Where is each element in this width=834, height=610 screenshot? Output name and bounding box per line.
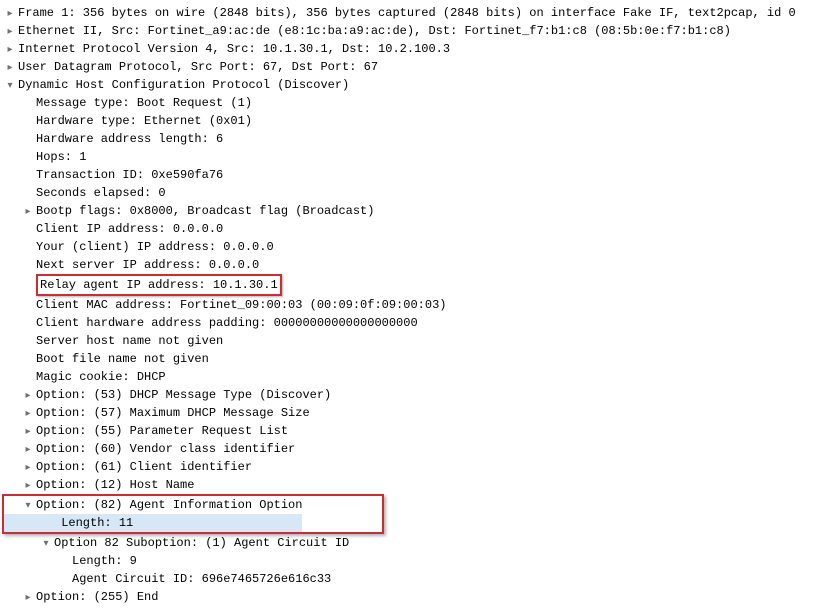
client-mac-text: Client MAC address: Fortinet_09:00:03 (0… xyxy=(36,296,446,314)
bootp-flags-row[interactable]: ▸ Bootp flags: 0x8000, Broadcast flag (B… xyxy=(4,202,834,220)
option60-text: Option: (60) Vendor class identifier xyxy=(36,440,295,458)
chevron-right-icon[interactable]: ▸ xyxy=(22,442,34,457)
hardware-addr-len-row[interactable]: Hardware address length: 6 xyxy=(4,130,834,148)
option82-length-text: Length: 11 xyxy=(61,516,133,530)
magic-cookie-text: Magic cookie: DHCP xyxy=(36,368,166,386)
chevron-right-icon[interactable]: ▸ xyxy=(4,6,16,21)
dhcp-row[interactable]: ▾ Dynamic Host Configuration Protocol (D… xyxy=(4,76,834,94)
frame-row[interactable]: ▸ Frame 1: 356 bytes on wire (2848 bits)… xyxy=(4,4,834,22)
relay-agent-text: Relay agent IP address: 10.1.30.1 xyxy=(40,278,278,292)
next-server-text: Next server IP address: 0.0.0.0 xyxy=(36,256,259,274)
your-ip-text: Your (client) IP address: 0.0.0.0 xyxy=(36,238,274,256)
chevron-down-icon[interactable]: ▾ xyxy=(22,498,34,513)
udp-text: User Datagram Protocol, Src Port: 67, Ds… xyxy=(18,58,378,76)
ethernet-row[interactable]: ▸ Ethernet II, Src: Fortinet_a9:ac:de (e… xyxy=(4,22,834,40)
server-host-row[interactable]: Server host name not given xyxy=(4,332,834,350)
client-ip-row[interactable]: Client IP address: 0.0.0.0 xyxy=(4,220,834,238)
seconds-elapsed-text: Seconds elapsed: 0 xyxy=(36,184,166,202)
chevron-down-icon[interactable]: ▾ xyxy=(4,78,16,93)
relay-agent-row[interactable]: Relay agent IP address: 10.1.30.1 xyxy=(4,274,834,296)
message-type-row[interactable]: Message type: Boot Request (1) xyxy=(4,94,834,112)
client-ip-text: Client IP address: 0.0.0.0 xyxy=(36,220,223,238)
option82-sub-length-row[interactable]: Length: 9 xyxy=(4,552,834,570)
option60-row[interactable]: ▸ Option: (60) Vendor class identifier xyxy=(4,440,834,458)
option82-sub-row[interactable]: ▾ Option 82 Suboption: (1) Agent Circuit… xyxy=(4,534,834,552)
chevron-right-icon[interactable]: ▸ xyxy=(22,478,34,493)
option82-highlight-group: ▾ Option: (82) Agent Information Option … xyxy=(2,494,384,534)
chevron-down-icon[interactable]: ▾ xyxy=(40,536,52,551)
chevron-right-icon[interactable]: ▸ xyxy=(4,60,16,75)
option82-sub-id-row[interactable]: Agent Circuit ID: 696e7465726e616c33 xyxy=(4,570,834,588)
option53-row[interactable]: ▸ Option: (53) DHCP Message Type (Discov… xyxy=(4,386,834,404)
option255-text: Option: (255) End xyxy=(36,588,158,606)
chevron-right-icon[interactable]: ▸ xyxy=(22,460,34,475)
option82-sub-id-text: Agent Circuit ID: 696e7465726e616c33 xyxy=(72,570,331,588)
relay-agent-highlight: Relay agent IP address: 10.1.30.1 xyxy=(36,274,282,296)
chevron-right-icon[interactable]: ▸ xyxy=(22,406,34,421)
ip-text: Internet Protocol Version 4, Src: 10.1.3… xyxy=(18,40,450,58)
hardware-type-text: Hardware type: Ethernet (0x01) xyxy=(36,112,252,130)
message-type-text: Message type: Boot Request (1) xyxy=(36,94,252,112)
transaction-id-row[interactable]: Transaction ID: 0xe590fa76 xyxy=(4,166,834,184)
hops-text: Hops: 1 xyxy=(36,148,86,166)
client-hw-padding-row[interactable]: Client hardware address padding: 0000000… xyxy=(4,314,834,332)
chevron-right-icon[interactable]: ▸ xyxy=(22,204,34,219)
client-hw-padding-text: Client hardware address padding: 0000000… xyxy=(36,314,418,332)
chevron-right-icon[interactable]: ▸ xyxy=(4,42,16,57)
option55-text: Option: (55) Parameter Request List xyxy=(36,422,288,440)
option82-sub-length-text: Length: 9 xyxy=(72,552,137,570)
magic-cookie-row[interactable]: Magic cookie: DHCP xyxy=(4,368,834,386)
bootp-flags-text: Bootp flags: 0x8000, Broadcast flag (Bro… xyxy=(36,202,374,220)
ethernet-text: Ethernet II, Src: Fortinet_a9:ac:de (e8:… xyxy=(18,22,731,40)
chevron-right-icon[interactable]: ▸ xyxy=(4,24,16,39)
ip-row[interactable]: ▸ Internet Protocol Version 4, Src: 10.1… xyxy=(4,40,834,58)
option255-row[interactable]: ▸ Option: (255) End xyxy=(4,588,834,606)
your-ip-row[interactable]: Your (client) IP address: 0.0.0.0 xyxy=(4,238,834,256)
option53-text: Option: (53) DHCP Message Type (Discover… xyxy=(36,386,331,404)
option61-row[interactable]: ▸ Option: (61) Client identifier xyxy=(4,458,834,476)
chevron-right-icon[interactable]: ▸ xyxy=(22,424,34,439)
option82-row[interactable]: ▾ Option: (82) Agent Information Option xyxy=(4,496,302,514)
option57-row[interactable]: ▸ Option: (57) Maximum DHCP Message Size xyxy=(4,404,834,422)
boot-file-text: Boot file name not given xyxy=(36,350,209,368)
hardware-addr-len-text: Hardware address length: 6 xyxy=(36,130,223,148)
boot-file-row[interactable]: Boot file name not given xyxy=(4,350,834,368)
seconds-elapsed-row[interactable]: Seconds elapsed: 0 xyxy=(4,184,834,202)
udp-row[interactable]: ▸ User Datagram Protocol, Src Port: 67, … xyxy=(4,58,834,76)
next-server-row[interactable]: Next server IP address: 0.0.0.0 xyxy=(4,256,834,274)
client-mac-row[interactable]: Client MAC address: Fortinet_09:00:03 (0… xyxy=(4,296,834,314)
server-host-text: Server host name not given xyxy=(36,332,223,350)
transaction-id-text: Transaction ID: 0xe590fa76 xyxy=(36,166,223,184)
option61-text: Option: (61) Client identifier xyxy=(36,458,252,476)
chevron-right-icon[interactable]: ▸ xyxy=(22,388,34,403)
option82-sub-text: Option 82 Suboption: (1) Agent Circuit I… xyxy=(54,534,349,552)
option82-length-row[interactable]: Length: 11 xyxy=(4,514,302,532)
hardware-type-row[interactable]: Hardware type: Ethernet (0x01) xyxy=(4,112,834,130)
option12-text: Option: (12) Host Name xyxy=(36,476,194,494)
frame-text: Frame 1: 356 bytes on wire (2848 bits), … xyxy=(18,4,796,22)
option57-text: Option: (57) Maximum DHCP Message Size xyxy=(36,404,310,422)
option12-row[interactable]: ▸ Option: (12) Host Name xyxy=(4,476,834,494)
option55-row[interactable]: ▸ Option: (55) Parameter Request List xyxy=(4,422,834,440)
hops-row[interactable]: Hops: 1 xyxy=(4,148,834,166)
dhcp-text: Dynamic Host Configuration Protocol (Dis… xyxy=(18,76,349,94)
chevron-right-icon[interactable]: ▸ xyxy=(22,590,34,605)
option82-text: Option: (82) Agent Information Option xyxy=(36,496,302,514)
